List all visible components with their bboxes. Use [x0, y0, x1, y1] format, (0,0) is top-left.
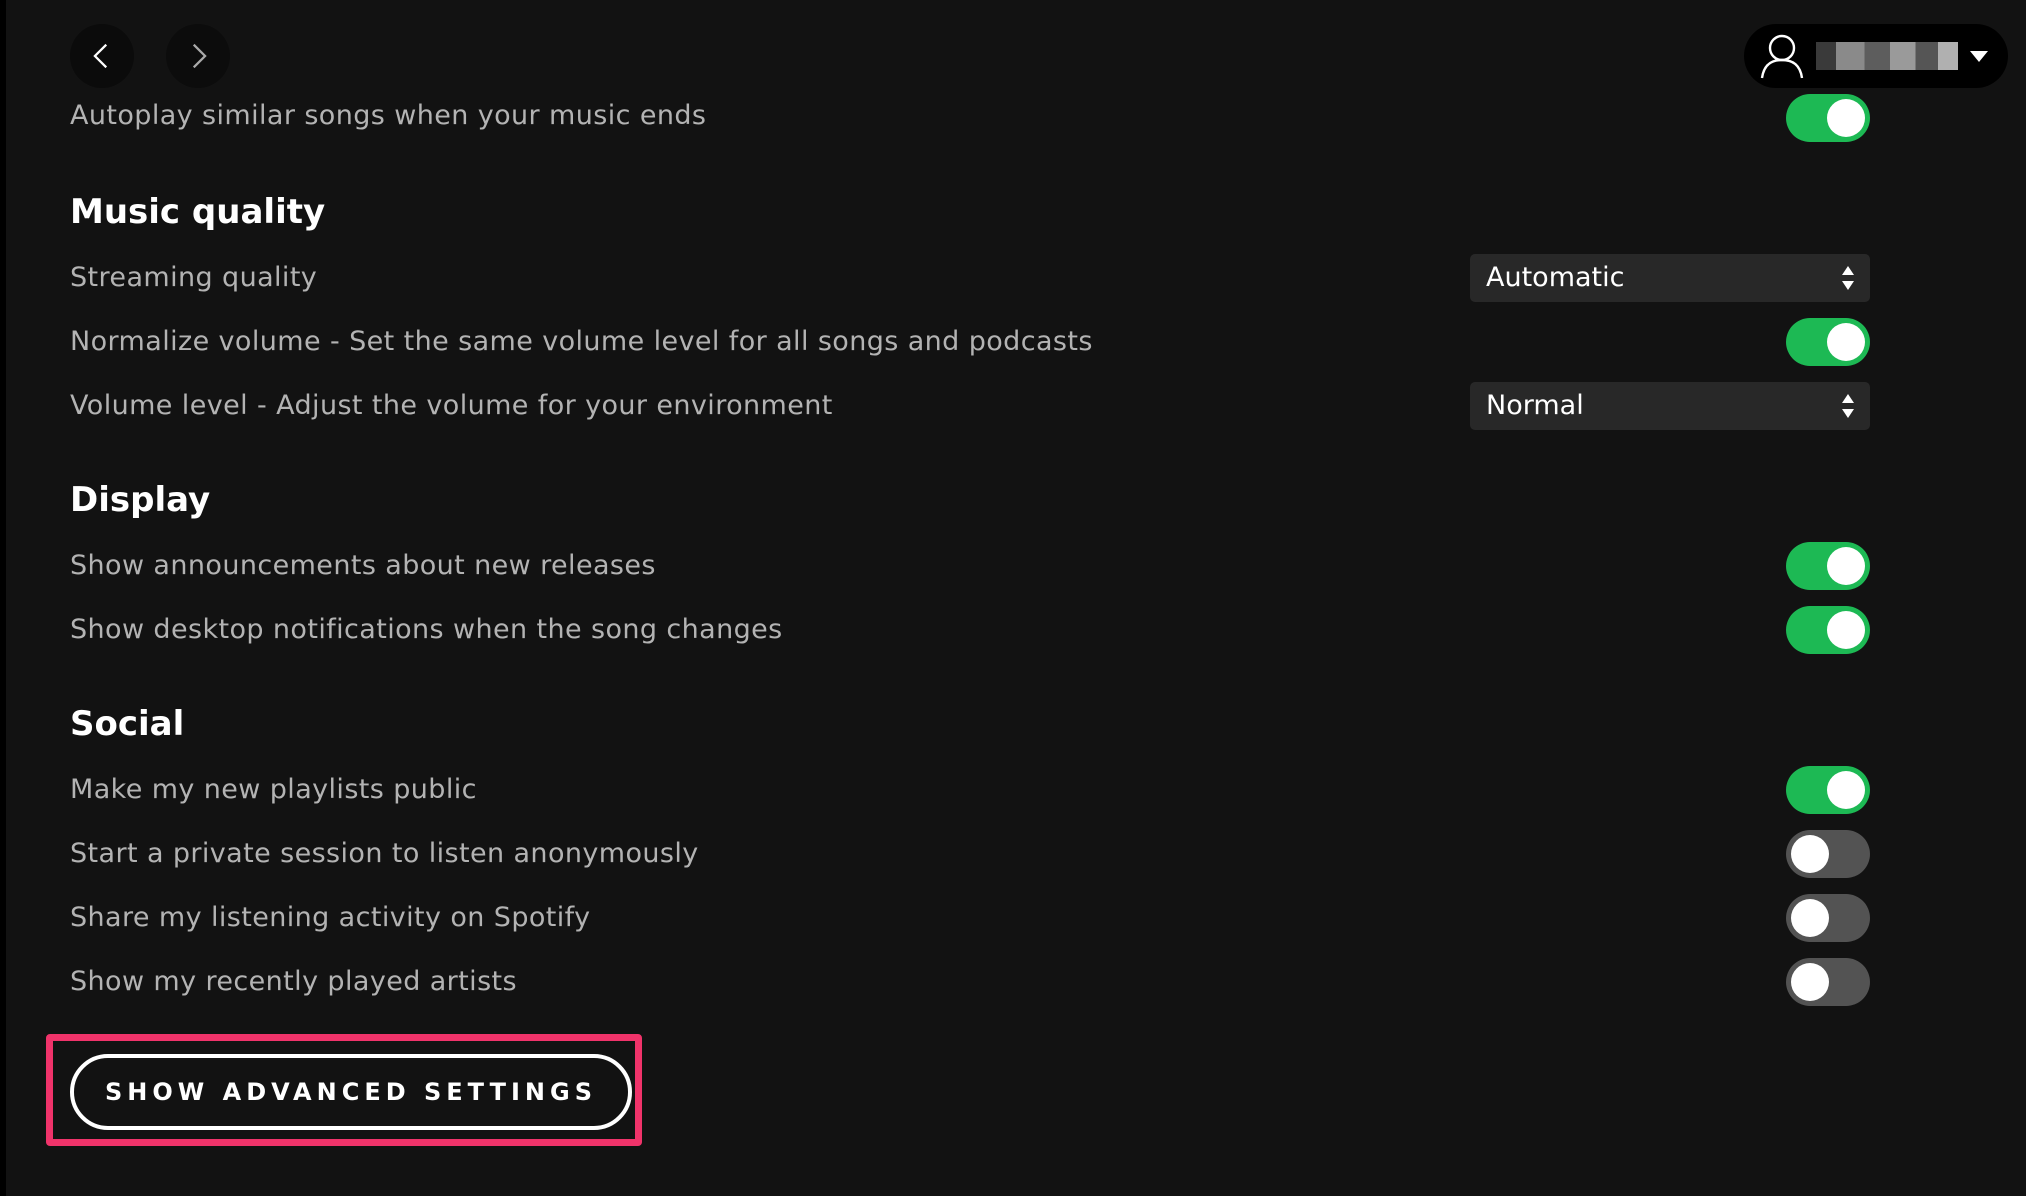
setting-label-share-activity: Share my listening activity on Spotify	[70, 902, 591, 933]
toggle-knob	[1791, 835, 1829, 873]
toggle-knob	[1827, 323, 1865, 361]
streaming-quality-select[interactable]: Automatic	[1470, 254, 1870, 302]
top-bar	[0, 0, 2026, 110]
toggle-knob	[1827, 547, 1865, 585]
section-title-display: Display	[70, 480, 211, 520]
chevron-right-icon	[192, 43, 207, 69]
volume-level-select[interactable]: Normal	[1470, 382, 1870, 430]
setting-label-streaming-quality: Streaming quality	[70, 262, 318, 293]
setting-row-public-playlists: Make my new playlists public	[70, 770, 1870, 818]
select-arrows-icon	[1842, 266, 1854, 290]
toggle-public-playlists[interactable]	[1786, 766, 1870, 814]
setting-label-recent-artists: Show my recently played artists	[70, 966, 517, 997]
setting-row-share-activity: Share my listening activity on Spotify	[70, 898, 1870, 946]
section-title-music-quality: Music quality	[70, 192, 326, 232]
select-arrows-icon	[1842, 394, 1854, 418]
setting-row-private-session: Start a private session to listen anonym…	[70, 834, 1870, 882]
toggle-announcements[interactable]	[1786, 542, 1870, 590]
back-button[interactable]	[70, 24, 134, 88]
user-display-name	[1816, 42, 1958, 70]
toggle-private-session[interactable]	[1786, 830, 1870, 878]
toggle-desktop-notifications[interactable]	[1786, 606, 1870, 654]
setting-row-normalize-volume: Normalize volume - Set the same volume l…	[70, 322, 1870, 370]
toggle-normalize-volume[interactable]	[1786, 318, 1870, 366]
toggle-knob	[1827, 611, 1865, 649]
setting-label-volume-level: Volume level - Adjust the volume for you…	[70, 390, 833, 421]
setting-label-desktop-notifications: Show desktop notifications when the song…	[70, 614, 783, 645]
select-value: Normal	[1486, 390, 1584, 421]
window-edge	[0, 0, 6, 1196]
show-advanced-settings-label: SHOW ADVANCED SETTINGS	[105, 1078, 597, 1106]
setting-row-recent-artists: Show my recently played artists	[70, 962, 1870, 1010]
forward-button[interactable]	[166, 24, 230, 88]
setting-label-public-playlists: Make my new playlists public	[70, 774, 477, 805]
user-menu-button[interactable]	[1744, 24, 2008, 88]
caret-down-icon	[1970, 51, 1988, 62]
toggle-share-activity[interactable]	[1786, 894, 1870, 942]
toggle-recent-artists[interactable]	[1786, 958, 1870, 1006]
show-advanced-settings-button[interactable]: SHOW ADVANCED SETTINGS	[70, 1054, 632, 1130]
toggle-knob	[1791, 963, 1829, 1001]
setting-label-private-session: Start a private session to listen anonym…	[70, 838, 699, 869]
setting-row-announcements: Show announcements about new releases	[70, 546, 1870, 594]
chevron-left-icon	[93, 43, 108, 69]
user-icon	[1760, 34, 1804, 79]
setting-label-normalize-volume: Normalize volume - Set the same volume l…	[70, 326, 1093, 357]
toggle-knob	[1791, 899, 1829, 937]
select-value: Automatic	[1486, 262, 1625, 293]
setting-row-desktop-notifications: Show desktop notifications when the song…	[70, 610, 1870, 658]
toggle-knob	[1827, 771, 1865, 809]
setting-label-announcements: Show announcements about new releases	[70, 550, 656, 581]
section-title-social: Social	[70, 704, 185, 744]
